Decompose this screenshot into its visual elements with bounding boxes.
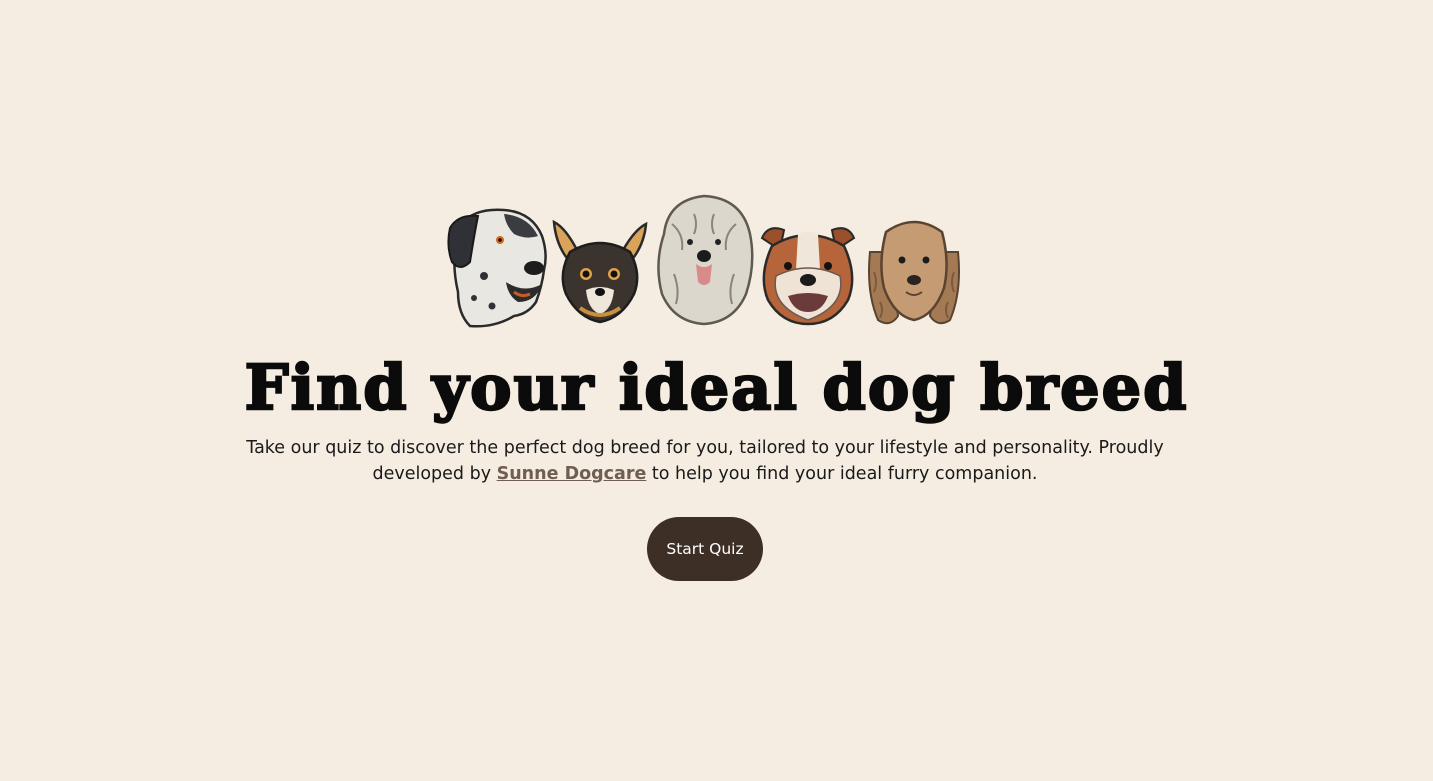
chihuahua-icon — [552, 219, 648, 324]
great-dane-icon — [447, 208, 547, 328]
page-title: Find your ideal dog breed — [243, 350, 1189, 426]
cocker-spaniel-icon — [868, 220, 960, 325]
intro-text-after: to help you find your ideal furry compan… — [646, 464, 1038, 484]
intro-text: Take our quiz to discover the perfect do… — [240, 435, 1170, 487]
dog-illustrations — [444, 192, 968, 328]
landing-page: Find your ideal dog breed Take our quiz … — [0, 0, 1433, 781]
bulldog-icon — [760, 227, 856, 326]
start-quiz-button[interactable]: Start Quiz — [647, 517, 763, 581]
sheepdog-icon — [657, 194, 754, 326]
sunne-dogcare-link[interactable]: Sunne Dogcare — [497, 464, 647, 484]
dog-heads-row — [447, 194, 960, 328]
